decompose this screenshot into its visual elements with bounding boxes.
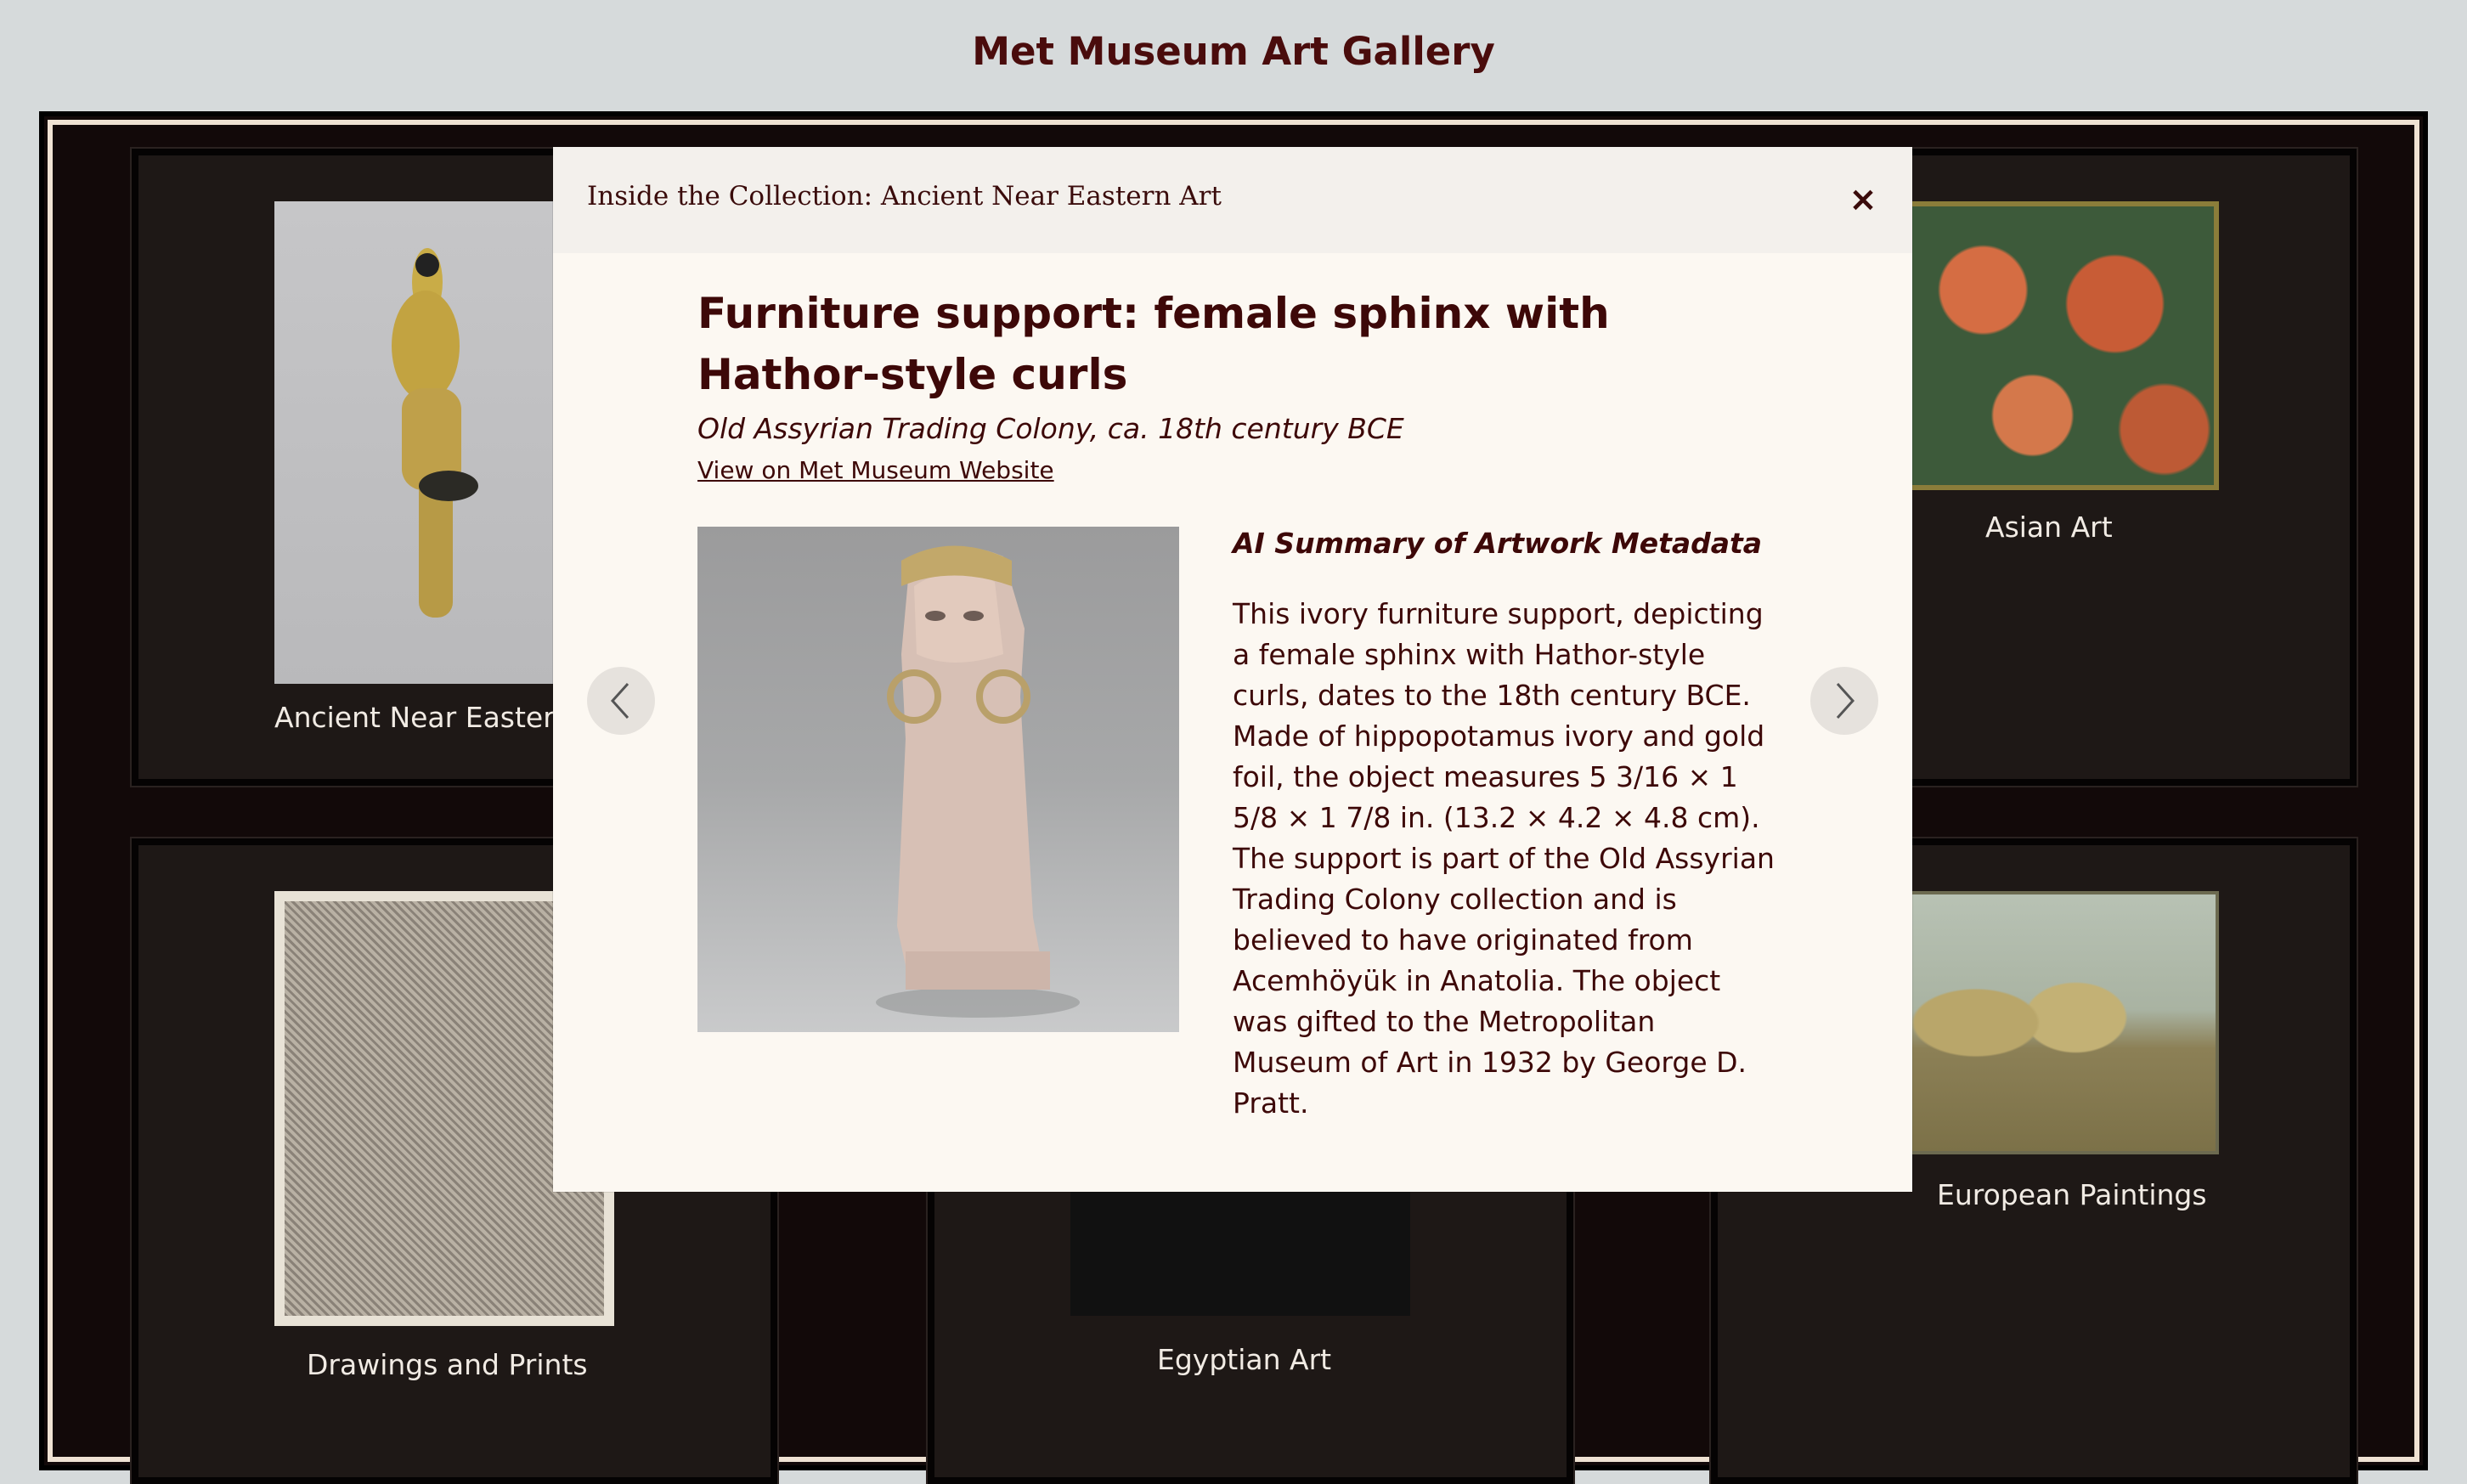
department-label: Egyptian Art — [1157, 1343, 1332, 1376]
department-thumbnail[interactable] — [1879, 201, 2219, 490]
chevron-right-icon — [1836, 682, 1855, 719]
artwork-subtitle: Old Assyrian Trading Colony, ca. 18th ce… — [697, 412, 1404, 445]
summary-text: This ivory furniture support, depicting … — [1233, 597, 1775, 1120]
department-thumbnail[interactable] — [1879, 891, 2219, 1154]
artwork-title: Furniture support: female sphinx with Ha… — [697, 289, 1610, 399]
artwork-modal: Inside the Collection: Ancient Near East… — [553, 147, 1912, 1192]
summary-heading: AI Summary of Artwork Metadata — [1233, 527, 1763, 560]
chevron-left-icon — [610, 682, 629, 719]
close-button[interactable]: × — [1844, 181, 1882, 218]
department-label: European Paintings — [1937, 1178, 2207, 1211]
department-label: Asian Art — [1985, 511, 2113, 544]
modal-header: Inside the Collection: Ancient Near East… — [553, 147, 1912, 253]
department-label: Drawings and Prints — [307, 1348, 588, 1381]
modal-header-title: Inside the Collection: Ancient Near East… — [587, 181, 1222, 212]
previous-artwork-button[interactable] — [587, 667, 655, 735]
close-icon: × — [1849, 180, 1877, 219]
met-museum-link[interactable]: View on Met Museum Website — [697, 456, 1054, 484]
artwork-image — [697, 527, 1179, 1032]
next-artwork-button[interactable] — [1810, 667, 1878, 735]
page-title: Met Museum Art Gallery — [972, 29, 1495, 74]
